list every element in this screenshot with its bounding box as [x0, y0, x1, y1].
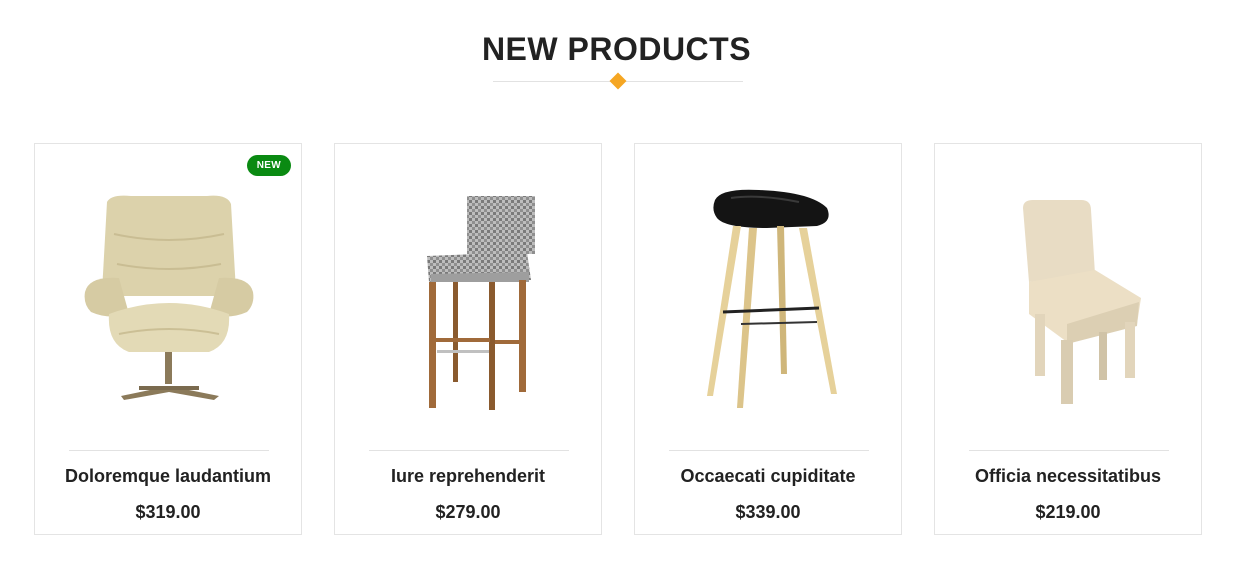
card-divider	[969, 450, 1169, 451]
product-price: $219.00	[1035, 502, 1101, 522]
product-price: $339.00	[735, 502, 801, 522]
black-stool-image[interactable]	[649, 164, 889, 449]
new-badge: NEW	[246, 155, 291, 176]
product-name[interactable]: Iure reprehenderit	[335, 465, 601, 487]
lounge-chair-image[interactable]	[49, 164, 289, 449]
card-divider	[369, 450, 569, 451]
product-name[interactable]: Occaecati cupiditate	[635, 465, 901, 487]
product-card[interactable]: Occaecati cupiditate $339.00	[634, 143, 902, 535]
product-card[interactable]: NEW Doloremque laudantium $319.00	[34, 143, 302, 535]
product-card[interactable]: Officia necessitatibus $219.00	[934, 143, 1202, 535]
bar-stool-image[interactable]	[349, 164, 589, 449]
product-price: $279.00	[435, 502, 501, 522]
card-divider	[69, 450, 269, 451]
section-title: NEW PRODUCTS	[481, 31, 752, 67]
product-price: $319.00	[135, 502, 201, 522]
dining-chair-image[interactable]	[949, 164, 1189, 449]
card-divider	[669, 450, 869, 451]
title-diamond-icon	[609, 72, 627, 90]
product-name[interactable]: Officia necessitatibus	[935, 465, 1201, 487]
product-name[interactable]: Doloremque laudantium	[35, 465, 301, 487]
product-card[interactable]: Iure reprehenderit $279.00	[334, 143, 602, 535]
